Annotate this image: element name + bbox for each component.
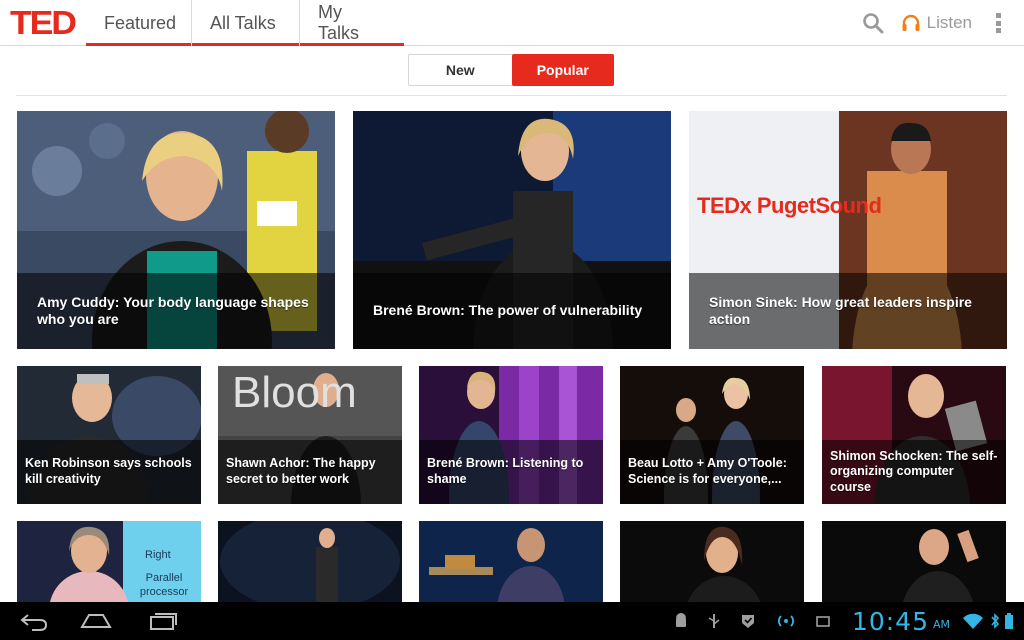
talk-caption-bar: Shawn Achor: The happy secret to better … [218, 440, 402, 504]
talk-tile[interactable]: Shimon Schocken: The self-organizing com… [822, 366, 1006, 504]
talk-tile[interactable] [218, 521, 402, 602]
talk-title: Beau Lotto + Amy O'Toole: Science is for… [628, 456, 787, 486]
talk-tile[interactable]: Brené Brown: The power of vulnerability [353, 111, 671, 349]
new-button[interactable]: New [409, 55, 512, 85]
talk-title: Shimon Schocken: The self-organizing com… [830, 448, 998, 494]
talk-caption-bar: Simon Sinek: How great leaders inspire a… [689, 273, 1007, 349]
action-bar: TED Featured All Talks My Talks Listen [0, 0, 1024, 46]
tab-my-talks[interactable]: My Talks [300, 0, 404, 46]
parallel-sign: Parallel processor [139, 572, 189, 598]
tab-bar: Featured All Talks My Talks [86, 0, 404, 46]
status-area[interactable]: 10:45 AM [664, 602, 1016, 640]
talk-tile[interactable] [620, 521, 804, 602]
right-sign: Right [145, 549, 171, 561]
headphones-icon [902, 14, 920, 31]
tab-featured[interactable]: Featured [86, 0, 192, 46]
wireless-broadcast-icon [777, 615, 794, 627]
talk-caption-bar: Shimon Schocken: The self-organizing com… [822, 440, 1006, 504]
talk-title: Simon Sinek: How great leaders inspire a… [709, 293, 972, 328]
talk-tile[interactable]: TEDx PugetSound Simon Sinek: How great l… [689, 111, 1007, 349]
talk-caption-bar: Beau Lotto + Amy O'Toole: Science is for… [620, 440, 804, 504]
talk-thumbnail [620, 521, 804, 602]
talk-caption-bar: Ken Robinson says schools kill creativit… [17, 440, 201, 504]
tab-all-talks-label: All Talks [210, 12, 276, 33]
sort-toggle: New Popular [408, 54, 614, 86]
home-icon[interactable] [80, 610, 112, 632]
tab-my-talks-label: My Talks [318, 2, 360, 43]
talk-tile[interactable]: Amy Cuddy: Your body language shapes who… [17, 111, 335, 349]
search-icon[interactable] [861, 11, 885, 35]
ted-logo[interactable]: TED [10, 6, 77, 39]
listen-label: Listen [926, 13, 972, 32]
talk-title: Ken Robinson says schools kill creativit… [25, 456, 192, 486]
clock-time: 10:45 [851, 606, 929, 636]
popular-button[interactable]: Popular [511, 54, 614, 86]
talk-caption-bar: Brené Brown: The power of vulnerability [353, 273, 671, 349]
talk-title: Amy Cuddy: Your body language shapes who… [37, 293, 309, 328]
talk-tile[interactable] [822, 521, 1006, 602]
sd-card-icon [816, 616, 830, 627]
tab-underline [86, 43, 191, 46]
talk-tile[interactable]: Ken Robinson says schools kill creativit… [17, 366, 201, 504]
tab-all-talks[interactable]: All Talks [192, 0, 300, 46]
talk-title: Brené Brown: Listening to shame [427, 456, 584, 486]
tab-underline [192, 43, 299, 46]
talk-caption-bar: Amy Cuddy: Your body language shapes who… [17, 273, 335, 349]
overflow-menu-icon[interactable] [996, 13, 1002, 33]
battery-icon [1005, 613, 1013, 629]
talk-title: Brené Brown: The power of vulnerability [373, 302, 643, 319]
back-icon[interactable] [18, 610, 50, 632]
talk-tile[interactable]: Beau Lotto + Amy O'Toole: Science is for… [620, 366, 804, 504]
talk-thumbnail [822, 521, 1006, 602]
android-debug-icon [675, 613, 686, 627]
talk-tile[interactable]: Right Parallel processor [17, 521, 201, 602]
tab-underline [300, 43, 404, 46]
listen-button[interactable]: Listen [901, 13, 972, 33]
talk-thumbnail [218, 521, 402, 602]
wifi-icon [963, 613, 983, 629]
talk-caption-bar: Brené Brown: Listening to shame [419, 440, 603, 504]
talk-tile[interactable] [419, 521, 603, 602]
talk-tile[interactable]: Bloom Shawn Achor: The happy secret to b… [218, 366, 402, 504]
bloom-sign: Bloom [232, 368, 357, 417]
clock-ampm: AM [932, 617, 950, 631]
talk-tile[interactable]: Brené Brown: Listening to shame [419, 366, 603, 504]
action-items: Listen [861, 0, 1024, 46]
talk-title: Shawn Achor: The happy secret to better … [226, 456, 376, 486]
bluetooth-icon [991, 613, 1000, 629]
notification-check-icon [741, 615, 754, 628]
system-bar: 10:45 AM [0, 602, 1024, 640]
talk-thumbnail [419, 521, 603, 602]
tedx-sign: TEDx PugetSound [697, 193, 882, 218]
recent-apps-icon[interactable] [146, 610, 178, 632]
usb-icon [708, 614, 720, 628]
divider [16, 95, 1007, 96]
tab-featured-label: Featured [104, 12, 177, 33]
